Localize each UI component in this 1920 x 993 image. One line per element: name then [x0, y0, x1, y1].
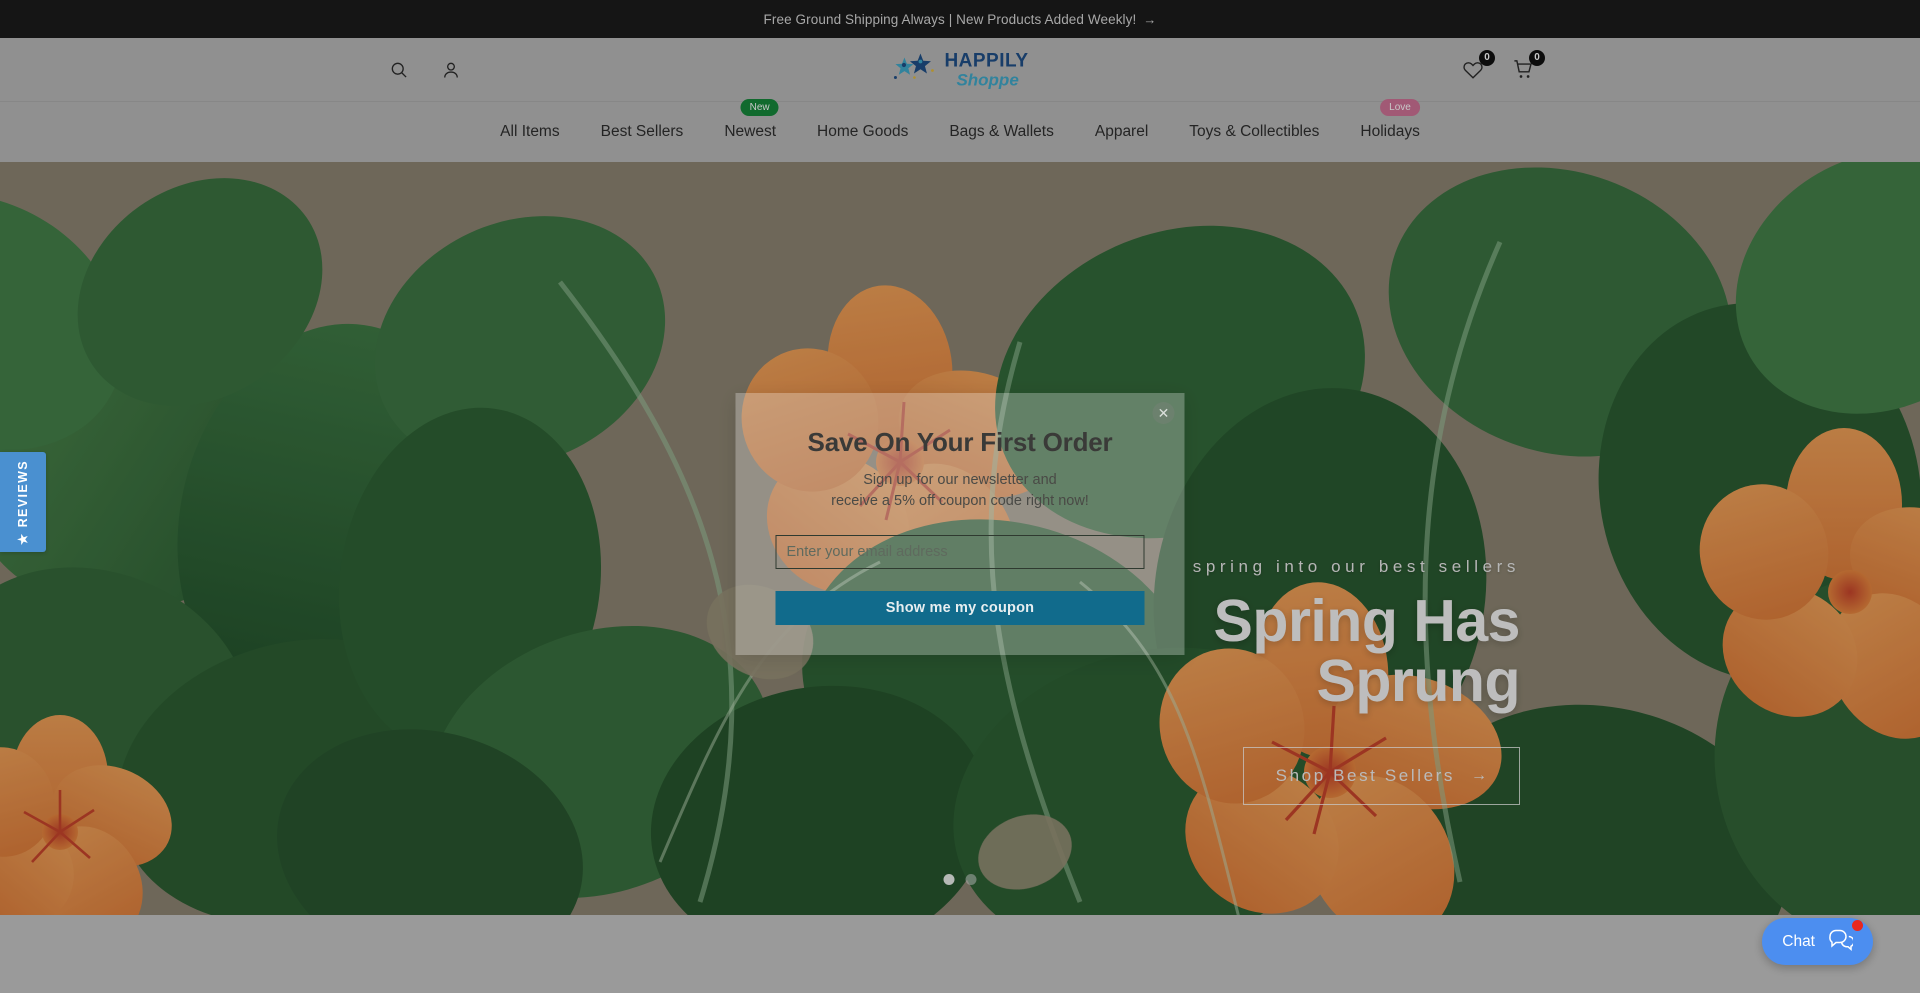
modal-subtitle-line-1: Sign up for our newsletter and	[863, 472, 1057, 488]
reviews-side-tab[interactable]: ★ REVIEWS	[0, 452, 46, 552]
logo-text-secondary: Shoppe	[956, 70, 1019, 89]
nav-item-label: Bags & Wallets	[949, 123, 1054, 140]
chat-label: Chat	[1782, 932, 1815, 950]
cart-icon[interactable]: 0	[1510, 49, 1545, 83]
nav-item-label: Home Goods	[817, 123, 909, 140]
announcement-arrow-icon: →	[1143, 11, 1157, 27]
nav-item-all-items[interactable]: All Items	[500, 117, 559, 147]
newsletter-modal: ✕ Save On Your First Order Sign up for o…	[735, 393, 1185, 656]
nav-item-label: Holidays	[1360, 123, 1420, 140]
nav-item-bags-wallets[interactable]: Bags & Wallets	[949, 117, 1054, 147]
page-body-strip	[0, 915, 1920, 993]
nav-badge-new: New	[740, 99, 779, 116]
nav-item-newest[interactable]: Newest New	[724, 99, 779, 147]
logo-text-primary: HAPPILY	[944, 50, 1029, 71]
nav-item-home-goods[interactable]: Home Goods	[817, 117, 908, 147]
hero-title-line-2: Sprung	[1316, 648, 1521, 715]
nav-item-best-sellers[interactable]: Best Sellers	[601, 117, 684, 147]
search-icon[interactable]	[386, 57, 412, 83]
announcement-text: Free Ground Shipping Always | New Produc…	[763, 11, 1137, 27]
modal-subtitle: Sign up for our newsletter and receive a…	[776, 470, 1145, 511]
email-input[interactable]	[775, 535, 1145, 570]
close-icon[interactable]: ✕	[1152, 402, 1175, 424]
carousel-dot[interactable]	[943, 874, 955, 885]
modal-subtitle-line-2: receive a 5% off coupon code right now!	[831, 492, 1089, 509]
nav-item-label: Toys & Collectibles	[1189, 123, 1320, 140]
carousel-dot[interactable]	[965, 874, 977, 885]
nav-item-toys-collectibles[interactable]: Toys & Collectibles	[1189, 117, 1319, 147]
wishlist-icon[interactable]: 0	[1460, 49, 1495, 83]
site-header: HAPPILY Shoppe 0 0	[0, 38, 1920, 101]
nav-item-label: Apparel	[1094, 123, 1149, 140]
show-coupon-button[interactable]: Show me my coupon	[775, 591, 1145, 626]
announcement-bar: Free Ground Shipping Always | New Produc…	[0, 0, 1920, 38]
hero-cta-label: Shop Best Sellers	[1275, 766, 1455, 786]
main-navigation: All Items Best Sellers Newest New Home Goods…	[0, 99, 1920, 162]
cart-count-badge: 0	[1529, 49, 1545, 66]
modal-title: Save On Your First Order	[807, 427, 1113, 457]
nav-item-holidays[interactable]: Holidays Love	[1360, 99, 1420, 147]
wishlist-count-badge: 0	[1479, 49, 1495, 66]
stars-icon	[891, 52, 937, 88]
nav-item-label: All Items	[500, 123, 560, 140]
page-root: Free Ground Shipping Always | New Produc…	[0, 0, 1920, 993]
star-icon: ★	[16, 531, 31, 545]
arrow-right-icon: →	[1471, 767, 1487, 785]
account-icon[interactable]	[438, 57, 464, 83]
site-logo[interactable]: HAPPILY Shoppe	[891, 51, 1028, 88]
carousel-dots	[943, 874, 977, 885]
chat-notification-dot	[1852, 920, 1863, 931]
chat-widget-button[interactable]: Chat	[1762, 918, 1873, 965]
shop-best-sellers-button[interactable]: Shop Best Sellers →	[1242, 747, 1520, 806]
nav-item-label: Best Sellers	[600, 123, 684, 140]
nav-badge-love: Love	[1380, 99, 1420, 116]
chat-bubbles-icon	[1827, 927, 1855, 956]
nav-item-apparel[interactable]: Apparel	[1095, 117, 1148, 147]
nav-item-label: Newest	[724, 123, 776, 140]
reviews-tab-label: REVIEWS	[16, 459, 30, 527]
